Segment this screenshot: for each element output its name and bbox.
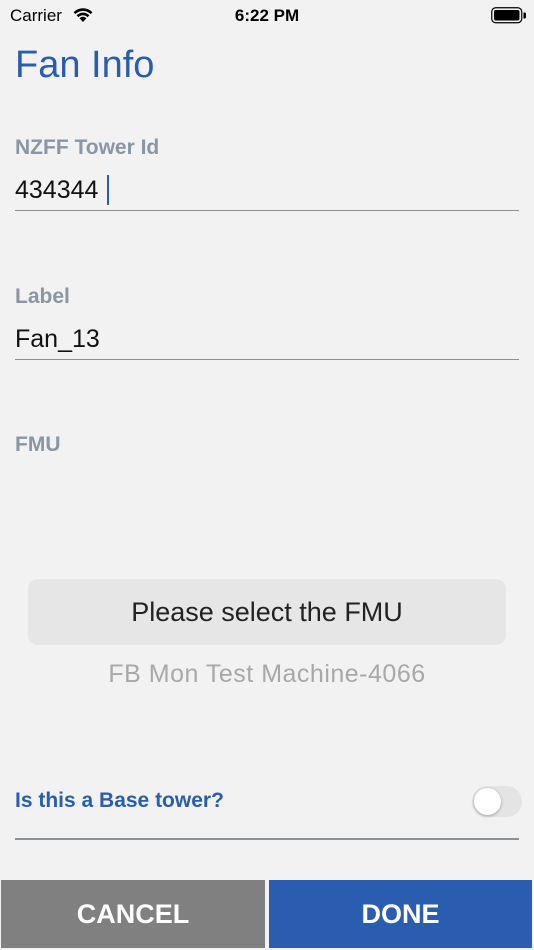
label-input[interactable] <box>15 319 519 360</box>
battery-icon <box>491 7 526 24</box>
tower-id-label: NZFF Tower Id <box>15 136 160 159</box>
status-bar: Carrier 6:22 PM <box>0 0 534 30</box>
done-button[interactable]: DONE <box>269 880 532 948</box>
selected-fmu-value: FB Mon Test Machine-4066 <box>108 660 426 688</box>
status-time: 6:22 PM <box>234 6 300 25</box>
label-field-label: Label <box>15 285 70 308</box>
base-tower-toggle[interactable] <box>472 786 522 817</box>
text-cursor <box>107 175 109 205</box>
action-bar: CANCEL DONE <box>0 880 534 950</box>
page-title: Fan Info <box>15 44 155 86</box>
base-tower-question: Is this a Base tower? <box>15 789 224 812</box>
fmu-label: FMU <box>15 433 61 456</box>
cancel-button[interactable]: CANCEL <box>1 880 265 948</box>
tower-id-input[interactable] <box>15 170 519 211</box>
toggle-knob <box>474 788 501 815</box>
divider <box>15 838 519 840</box>
select-fmu-button[interactable]: Please select the FMU <box>28 579 506 645</box>
